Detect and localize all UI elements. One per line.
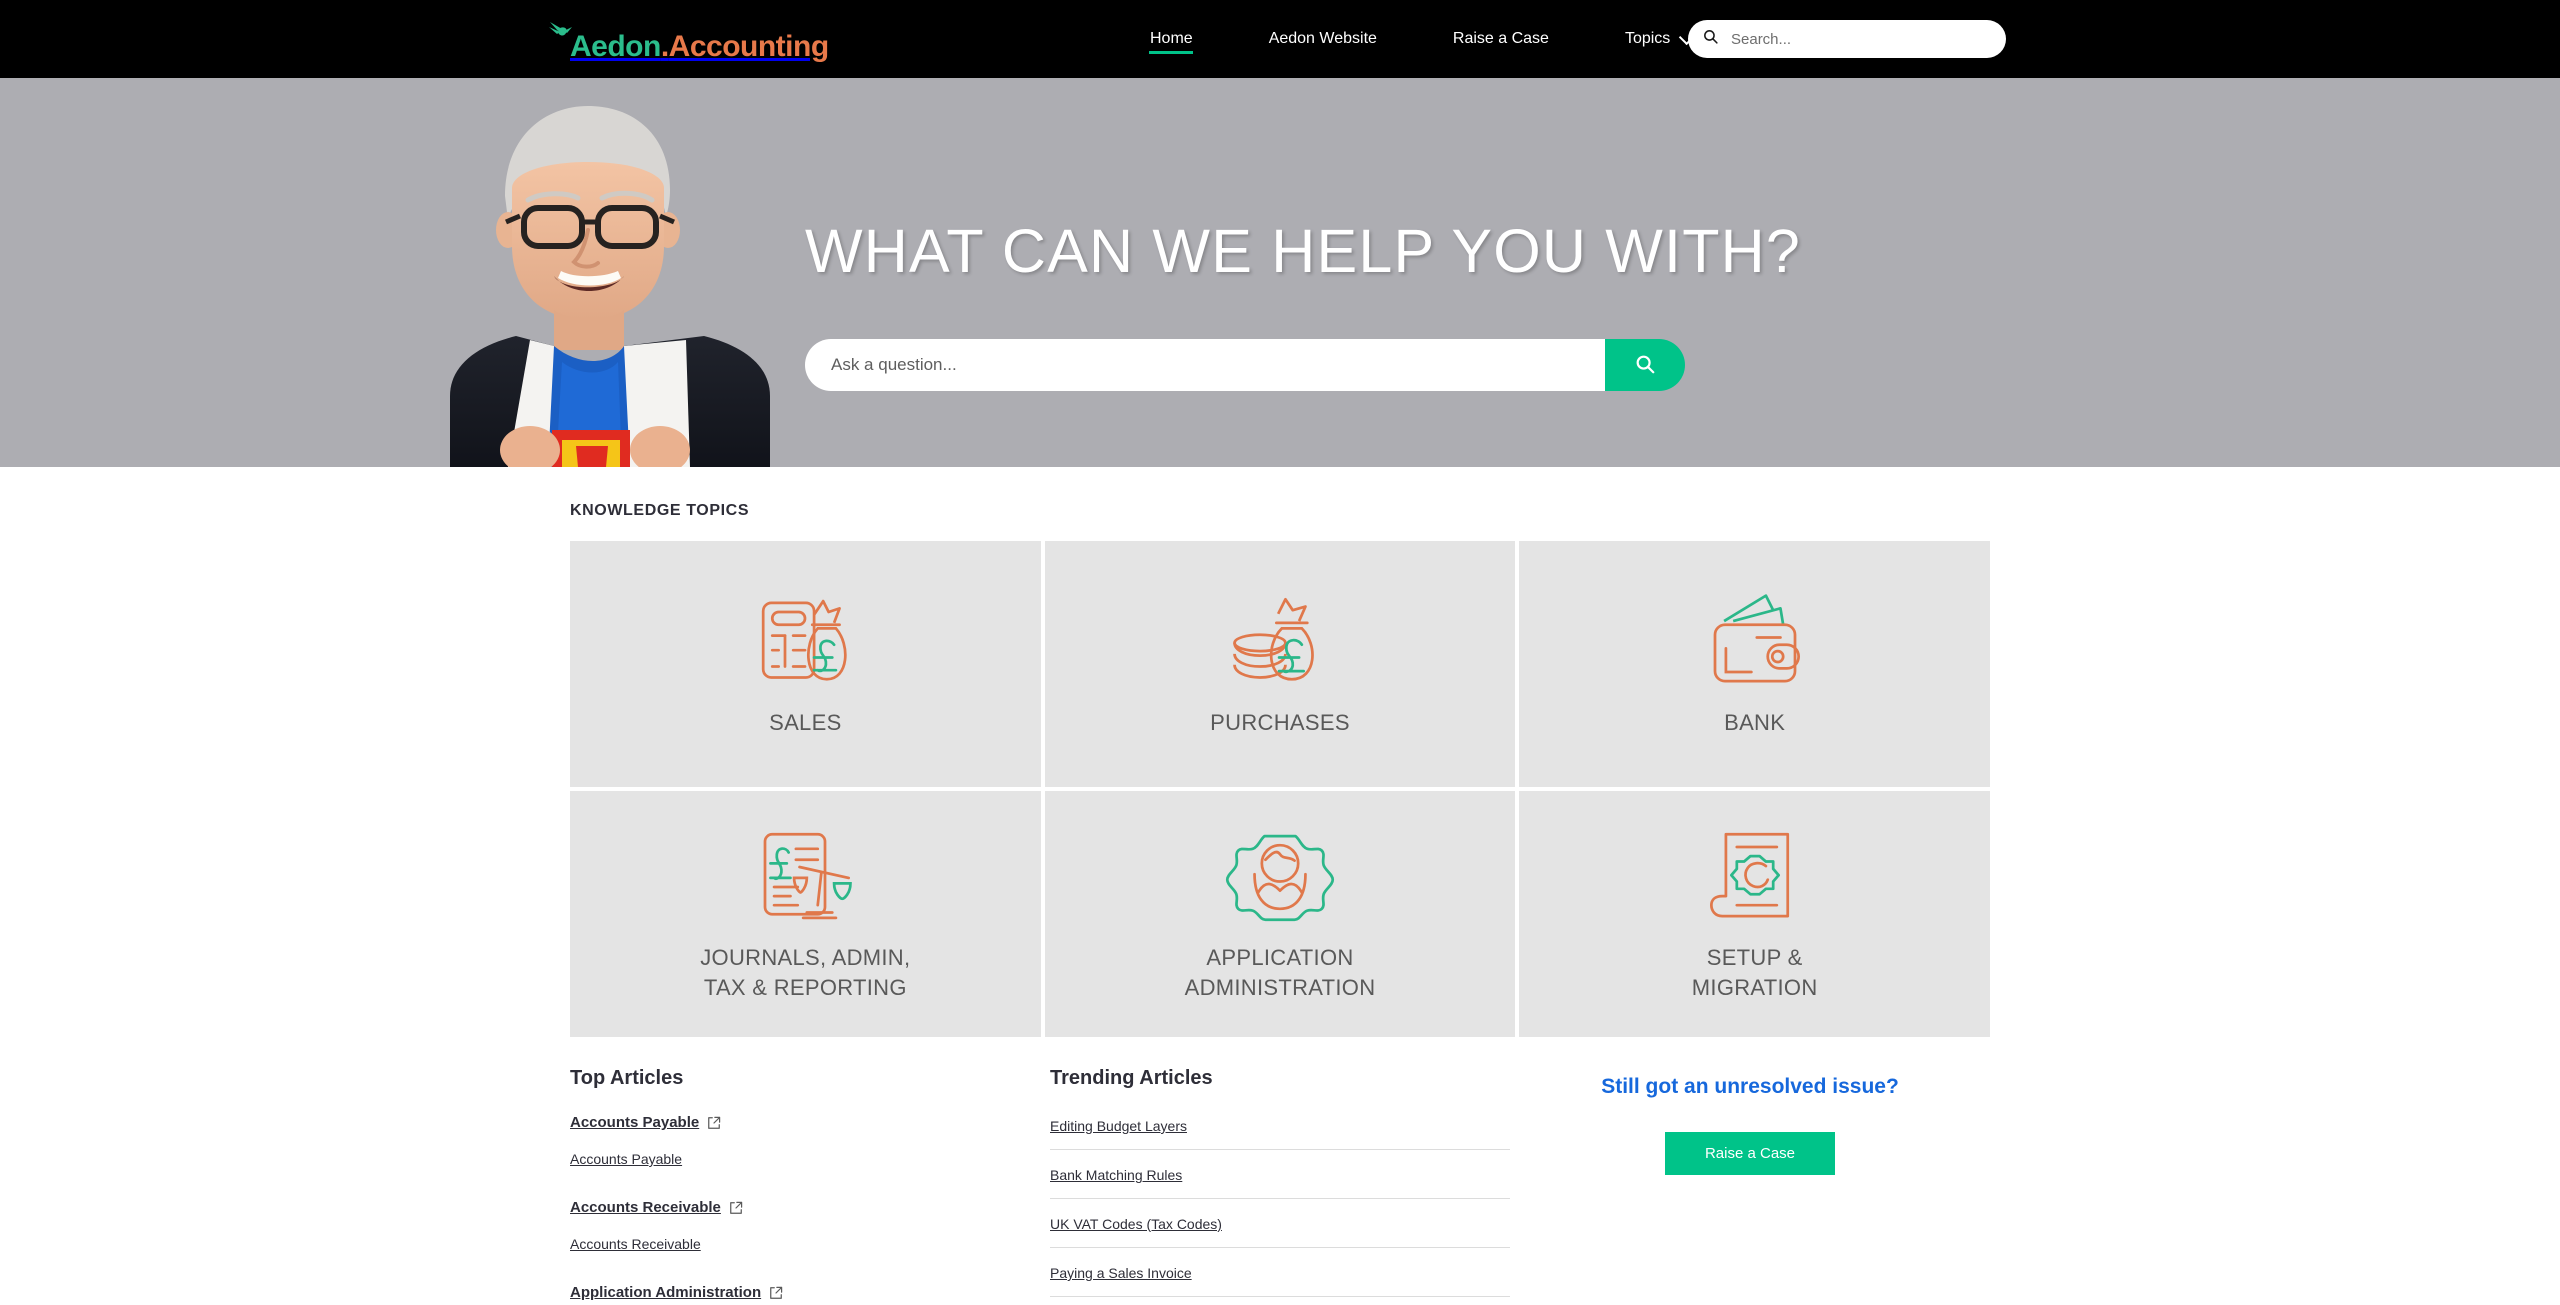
nav-links: Home Aedon Website Raise a Case Topics [1112,0,1728,78]
trending-article-link[interactable]: UK VAT Codes (Tax Codes) [1050,1216,1222,1232]
hero-search-input[interactable] [805,339,1605,391]
tile-label-line-2: ADMINISTRATION [1184,975,1376,1000]
trending-article-link[interactable]: Bank Matching Rules [1050,1167,1182,1183]
nav-item-home[interactable]: Home [1112,0,1231,78]
topic-tile-journals-label: JOURNALS, ADMIN, TAX & REPORTING [700,943,910,1002]
nav-item-aedon-website-label: Aedon Website [1268,30,1377,47]
top-article-heading-row: Application Administration [570,1284,1050,1301]
nav-item-topics-label: Topics [1624,30,1671,47]
top-article-sublink-accounts-receivable[interactable]: Accounts Receivable [570,1236,1050,1252]
topic-tile-app-admin-label: APPLICATION ADMINISTRATION [1185,943,1376,1002]
tile-label-line-1: JOURNALS, ADMIN, [700,945,911,971]
nav-item-home-label: Home [1150,30,1193,47]
hero-title: WHAT CAN WE HELP YOU WITH? [805,217,1802,285]
raise-a-case-button[interactable]: Raise a Case [1664,1132,1836,1175]
top-navigation-bar: Aedon.Accounting Home Aedon Website Rais… [0,0,2560,78]
top-article-group: Accounts Payable Accounts Payable [570,1114,1050,1167]
unresolved-issue-title: Still got an unresolved issue? [1601,1075,1899,1098]
topic-tile-sales[interactable]: SALES [570,541,1041,787]
logo-text-primary: Aedon [570,30,661,63]
topic-tile-application-administration[interactable]: APPLICATION ADMINISTRATION [1044,791,1516,1037]
topic-tile-journals-admin-tax-reporting[interactable]: JOURNALS, ADMIN, TAX & REPORTING [570,791,1041,1037]
knowledge-topics-grid: SALES PURCHASES BANK JOURNALS, ADMIN, TA… [570,541,1990,1037]
search-icon [1634,353,1656,378]
document-gear-icon [1700,825,1810,929]
topic-tile-purchases[interactable]: PURCHASES [1044,541,1516,787]
brand-logo[interactable]: Aedon.Accounting [546,16,829,62]
tile-label-line-2: TAX & REPORTING [703,975,907,1000]
topic-tile-bank[interactable]: BANK [1519,541,1990,787]
nav-search-box[interactable] [1688,20,2006,58]
topic-tile-setup-label: SETUP & MIGRATION [1692,943,1818,1002]
top-articles-section: Top Articles Accounts Payable Accounts P… [570,1067,1050,1305]
trending-articles-section: Trending Articles Editing Budget Layers … [1050,1067,1510,1305]
tile-label-line-2: MIGRATION [1691,975,1818,1000]
nav-item-raise-a-case[interactable]: Raise a Case [1415,0,1587,78]
logo-text-dot: . [660,30,669,63]
trending-article-link[interactable]: Editing Budget Layers [1050,1118,1187,1134]
nav-item-raise-a-case-label: Raise a Case [1452,30,1549,47]
top-article-link-accounts-payable[interactable]: Accounts Payable [570,1114,699,1131]
hero-content: WHAT CAN WE HELP YOU WITH? [805,216,1802,391]
nav-search-input[interactable] [1731,30,1992,48]
top-article-link-application-administration[interactable]: Application Administration [570,1284,761,1301]
top-article-sublink-accounts-payable[interactable]: Accounts Payable [570,1151,1050,1167]
topic-tile-purchases-label: PURCHASES [1210,710,1350,736]
top-article-sublist: Accounts Payable [570,1151,1050,1167]
hero-banner: WHAT CAN WE HELP YOU WITH? [0,78,2560,467]
topic-tile-setup-migration[interactable]: SETUP & MIGRATION [1519,791,1990,1037]
external-link-icon [729,1201,743,1215]
bottom-sections: Top Articles Accounts Payable Accounts P… [570,1037,1990,1305]
person-gear-icon [1225,825,1335,929]
trending-article-link[interactable]: Paying a Sales Invoice [1050,1265,1192,1281]
main-content: KNOWLEDGE TOPICS SALES PURCHASES BANK JO… [0,467,2560,1305]
topic-tile-sales-label: SALES [769,710,842,736]
external-link-icon [707,1116,721,1130]
search-icon [1702,28,1719,50]
top-articles-title: Top Articles [570,1067,684,1089]
coins-money-bag-icon [1225,590,1335,694]
unresolved-issue-section: Still got an unresolved issue? Raise a C… [1510,1067,1990,1305]
top-article-group: Accounts Receivable Accounts Receivable [570,1199,1050,1252]
document-scales-icon [750,825,860,929]
top-article-group: Application Administration [570,1284,1050,1301]
tile-label-line-1: SETUP & [1706,945,1803,971]
tile-label-line-1: APPLICATION [1206,945,1354,971]
trending-articles-title: Trending Articles [1050,1067,1213,1089]
wallet-notes-icon [1700,590,1810,694]
top-article-heading-row: Accounts Payable [570,1114,1050,1131]
top-article-link-accounts-receivable[interactable]: Accounts Receivable [570,1199,721,1216]
trending-articles-list: Editing Budget Layers Bank Matching Rule… [1050,1114,1510,1305]
knowledge-topics-label: KNOWLEDGE TOPICS [570,502,750,519]
top-article-heading-row: Accounts Receivable [570,1199,1050,1216]
calculator-money-bag-icon [750,590,860,694]
hero-search-bar [805,339,1685,391]
list-item: UK VAT Codes (Tax Codes) [1050,1212,1510,1248]
list-item: Paying a Sales Invoice [1050,1261,1510,1297]
list-item: Bank Matching Rules [1050,1163,1510,1199]
nav-item-aedon-website[interactable]: Aedon Website [1231,0,1415,78]
list-item: Editing Budget Layers [1050,1114,1510,1150]
external-link-icon [769,1286,783,1300]
logo-text-secondary: Accounting [668,30,830,63]
top-article-sublist: Accounts Receivable [570,1236,1050,1252]
topic-tile-bank-label: BANK [1724,710,1786,736]
hero-search-button[interactable] [1605,339,1685,391]
